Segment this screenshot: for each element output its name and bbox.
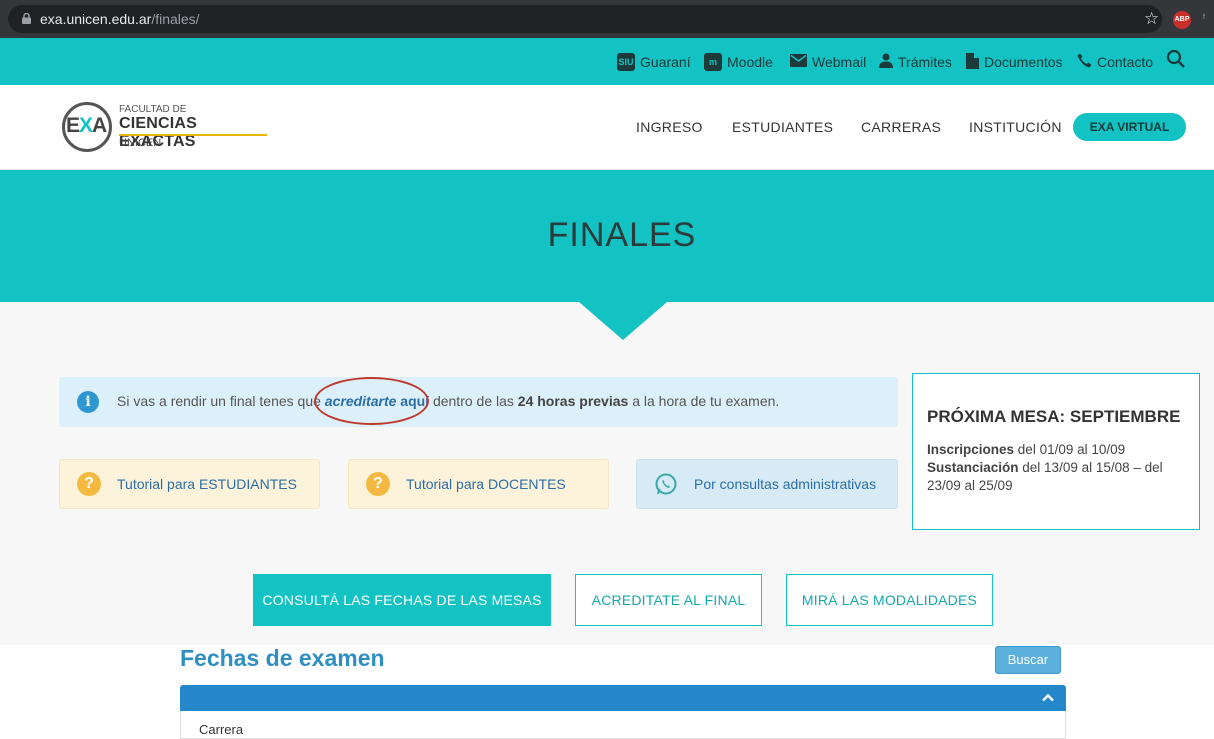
contacto-link[interactable]: Contacto	[1077, 52, 1153, 72]
person-icon	[879, 53, 893, 71]
tutorial-estudiantes-card[interactable]: ? Tutorial para ESTUDIANTES	[59, 459, 320, 509]
bookmark-star-icon[interactable]: ☆	[1144, 9, 1159, 29]
siu-icon: SIU	[617, 53, 635, 71]
filter-panel-header[interactable]	[180, 685, 1066, 711]
webmail-label: Webmail	[812, 54, 867, 70]
mail-icon	[790, 54, 807, 70]
tutorial-docentes-label: Tutorial para DOCENTES	[406, 476, 566, 492]
page-title: FINALES	[547, 216, 697, 254]
consultas-administrativas-card[interactable]: Por consultas administrativas	[636, 459, 898, 509]
info-text-end: a la hora de tu examen.	[628, 393, 780, 409]
guarani-label: Guaraní	[640, 54, 691, 70]
consultas-administrativas-label: Por consultas administrativas	[694, 476, 877, 492]
contacto-label: Contacto	[1097, 54, 1154, 70]
nav-institucion[interactable]: INSTITUCIÓN	[969, 119, 1062, 135]
info-text-bold: 24 horas previas	[517, 393, 629, 409]
nav-estudiantes[interactable]: ESTUDIANTES	[732, 119, 833, 135]
whatsapp-icon	[654, 472, 678, 496]
phone-icon	[1077, 53, 1092, 71]
proxima-mesa-title: PRÓXIMA MESA: SEPTIEMBRE	[927, 407, 1181, 426]
tutorial-estudiantes-label: Tutorial para ESTUDIANTES	[117, 476, 297, 492]
hero-arrow	[579, 302, 667, 340]
info-text-middle: dentro de las	[429, 393, 518, 409]
url-text: exa.unicen.edu.ar/finales/	[40, 11, 200, 27]
logo-line-3: UNICEN	[119, 137, 162, 149]
exa-virtual-button[interactable]: EXA VIRTUAL	[1073, 113, 1186, 141]
buscar-button[interactable]: Buscar	[995, 646, 1061, 674]
sustanciacion-label: Sustanciación	[927, 460, 1019, 475]
url-domain: exa.unicen.edu.ar	[40, 11, 152, 27]
info-alert: i Si vas a rendir un final tenes que acr…	[59, 377, 898, 427]
document-icon	[966, 52, 979, 72]
tramites-link[interactable]: Trámites	[879, 52, 952, 72]
inscripciones-label: Inscripciones	[927, 442, 1015, 457]
proxima-mesa-body: Inscripciones del 01/09 al 10/09 Sustanc…	[927, 441, 1189, 495]
guarani-link[interactable]: SIU Guaraní	[617, 52, 691, 72]
question-icon: ?	[77, 472, 101, 496]
moodle-icon: m	[704, 53, 722, 71]
filter-panel-body: Carrera	[180, 711, 1066, 739]
moodle-link[interactable]: m Moodle	[704, 52, 773, 72]
nav-ingreso[interactable]: INGRESO	[636, 119, 703, 135]
nav-carreras[interactable]: CARRERAS	[861, 119, 941, 135]
site-header: EXA FACULTAD DE CIENCIAS EXACTAS UNICEN …	[0, 85, 1214, 170]
inscripciones-dates: del 01/09 al 10/09	[1014, 442, 1126, 457]
address-bar[interactable]: exa.unicen.edu.ar/finales/ ☆	[8, 5, 1162, 33]
documentos-label: Documentos	[984, 54, 1063, 70]
logo-line-1: FACULTAD DE	[119, 104, 187, 115]
question-icon: ?	[366, 472, 390, 496]
acreditarte-link[interactable]: acreditarte aquí	[325, 393, 429, 409]
info-icon: i	[77, 391, 99, 413]
info-text-start: Si vas a rendir un final tenes que	[117, 393, 325, 409]
adblock-extension-icon[interactable]: ABP	[1173, 11, 1191, 29]
exam-dates-title: Fechas de examen	[180, 645, 385, 671]
faculty-logo[interactable]: EXA FACULTAD DE CIENCIAS EXACTAS UNICEN	[62, 100, 272, 155]
proxima-mesa-box: PRÓXIMA MESA: SEPTIEMBRE Inscripciones d…	[912, 373, 1200, 530]
search-icon[interactable]	[1166, 49, 1186, 69]
info-text: Si vas a rendir un final tenes que acred…	[117, 393, 779, 409]
hero-banner: FINALES	[0, 170, 1214, 302]
tutorial-docentes-card[interactable]: ? Tutorial para DOCENTES	[348, 459, 609, 509]
browser-toolbar: exa.unicen.edu.ar/finales/ ☆ ABP f	[0, 0, 1214, 38]
carrera-label: Carrera	[199, 722, 244, 737]
logo-mark: EXA	[66, 114, 107, 137]
acreditarte-link-plain: aquí	[396, 393, 430, 409]
acreditarte-link-italic: acreditarte	[324, 393, 397, 409]
acreditate-button[interactable]: ACREDITATE AL FINAL	[575, 574, 762, 626]
tramites-label: Trámites	[898, 54, 952, 70]
documentos-link[interactable]: Documentos	[966, 52, 1063, 72]
chevron-up-icon[interactable]	[1040, 690, 1056, 706]
extension-icon[interactable]: f	[1203, 14, 1213, 24]
logo-underline	[119, 134, 267, 136]
modalidades-button[interactable]: MIRÁ LAS MODALIDADES	[786, 574, 993, 626]
lock-icon	[22, 13, 31, 24]
moodle-label: Moodle	[727, 54, 773, 70]
webmail-link[interactable]: Webmail	[790, 52, 866, 72]
url-path: /finales/	[151, 11, 200, 27]
consulta-fechas-button[interactable]: CONSULTÁ LAS FECHAS DE LAS MESAS	[253, 574, 551, 626]
